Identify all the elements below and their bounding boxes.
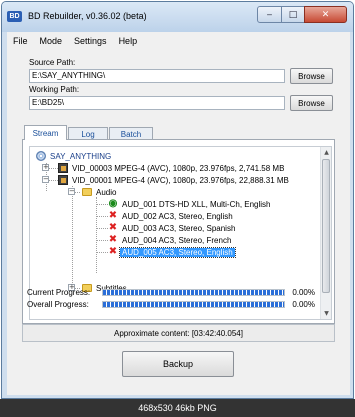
tree-root[interactable]: SAY_ANYTHING	[36, 150, 113, 162]
disc-icon	[36, 151, 46, 161]
tree-item-vid-00001[interactable]: VID_00001 MPEG-4 (AVC), 1080p, 23.976fps…	[58, 174, 291, 186]
window-title: BD Rebuilder, v0.36.02 (beta)	[28, 11, 147, 21]
remove-x-icon: ✖	[108, 210, 118, 221]
scroll-up-icon[interactable]: ▲	[322, 148, 331, 157]
menu-bar: File Mode Settings Help	[7, 32, 350, 50]
expand-vid1-icon[interactable]: +	[42, 164, 49, 171]
tree-item-aud-005[interactable]: ✖ AUD_005 AC3, Stereo, English	[108, 246, 236, 258]
overall-progress-label: Overall Progress:	[27, 300, 89, 309]
scroll-down-icon[interactable]: ▼	[322, 309, 331, 318]
tree-scrollbar[interactable]: ▲ ▼	[320, 147, 331, 319]
vid1-label: VID_00003 MPEG-4 (AVC), 1080p, 23.976fps…	[72, 163, 285, 173]
aud-004-label: AUD_004 AC3, Stereo, French	[122, 235, 232, 245]
main-panel: Source Path: E:\SAY_ANYTHING\ Browse Wor…	[7, 50, 350, 395]
remove-x-icon: ✖	[108, 246, 118, 257]
minimize-button[interactable]: ‒	[257, 6, 282, 23]
working-path-input[interactable]: E:\BD25\	[29, 96, 285, 110]
scroll-thumb[interactable]	[322, 159, 330, 293]
source-path-label: Source Path:	[29, 58, 76, 67]
remove-x-icon: ✖	[108, 234, 118, 245]
keep-check-icon: ◉	[108, 198, 118, 209]
menu-mode[interactable]: Mode	[34, 36, 69, 46]
minimize-icon: ‒	[266, 9, 273, 20]
vid2-label: VID_00001 MPEG-4 (AVC), 1080p, 23.976fps…	[72, 175, 289, 185]
video-icon	[58, 175, 68, 185]
backup-button[interactable]: Backup	[122, 351, 234, 377]
overall-progress-value: 0.00%	[292, 300, 315, 309]
image-info-caption: 468x530 46kb PNG	[0, 399, 355, 417]
working-browse-button[interactable]: Browse	[290, 95, 333, 111]
tree-item-aud-002[interactable]: ✖ AUD_002 AC3, Stereo, English	[108, 210, 235, 222]
working-path-label: Working Path:	[29, 85, 80, 94]
source-path-input[interactable]: E:\SAY_ANYTHING\	[29, 69, 285, 83]
tab-stream[interactable]: Stream	[24, 125, 67, 140]
source-browse-button[interactable]: Browse	[290, 68, 333, 84]
current-progress-label: Current Progress:	[27, 288, 91, 297]
maximize-button[interactable]: □	[281, 6, 305, 23]
tree-folder-audio[interactable]: Audio	[82, 186, 118, 198]
title-bar[interactable]: BD BD Rebuilder, v0.36.02 (beta) ‒ □ ✕	[2, 2, 353, 32]
collapse-audio-icon[interactable]: −	[68, 188, 75, 195]
tree-item-vid-00003[interactable]: VID_00003 MPEG-4 (AVC), 1080p, 23.976fps…	[58, 162, 286, 174]
current-progress-value: 0.00%	[292, 288, 315, 297]
approximate-content-status: Approximate content: [03:42:40.054]	[22, 324, 335, 342]
folder-icon	[82, 188, 92, 196]
audio-folder-label: Audio	[96, 187, 117, 197]
aud-005-label: AUD_005 AC3, Stereo, English	[119, 246, 236, 258]
tree-root-label: SAY_ANYTHING	[50, 151, 112, 161]
maximize-icon: □	[288, 9, 298, 20]
tree-item-aud-004[interactable]: ✖ AUD_004 AC3, Stereo, French	[108, 234, 233, 246]
aud-001-label: AUD_001 DTS-HD XLL, Multi-Ch, English	[122, 199, 271, 209]
close-button[interactable]: ✕	[304, 6, 347, 23]
tree-item-aud-001[interactable]: ◉ AUD_001 DTS-HD XLL, Multi-Ch, English	[108, 198, 273, 210]
app-window: BD BD Rebuilder, v0.36.02 (beta) ‒ □ ✕ F…	[1, 1, 354, 399]
menu-file[interactable]: File	[7, 36, 34, 46]
menu-help[interactable]: Help	[113, 36, 144, 46]
app-logo-icon: BD	[7, 11, 22, 22]
collapse-vid2-icon[interactable]: −	[42, 176, 49, 183]
close-icon: ✕	[321, 9, 330, 20]
video-icon	[58, 163, 68, 173]
aud-003-label: AUD_003 AC3, Stereo, Spanish	[122, 223, 236, 233]
menu-settings[interactable]: Settings	[68, 36, 113, 46]
tree-item-aud-003[interactable]: ✖ AUD_003 AC3, Stereo, Spanish	[108, 222, 237, 234]
aud-002-label: AUD_002 AC3, Stereo, English	[122, 211, 233, 221]
overall-progress-bar	[102, 301, 285, 308]
current-progress-bar	[102, 289, 285, 296]
remove-x-icon: ✖	[108, 222, 118, 233]
